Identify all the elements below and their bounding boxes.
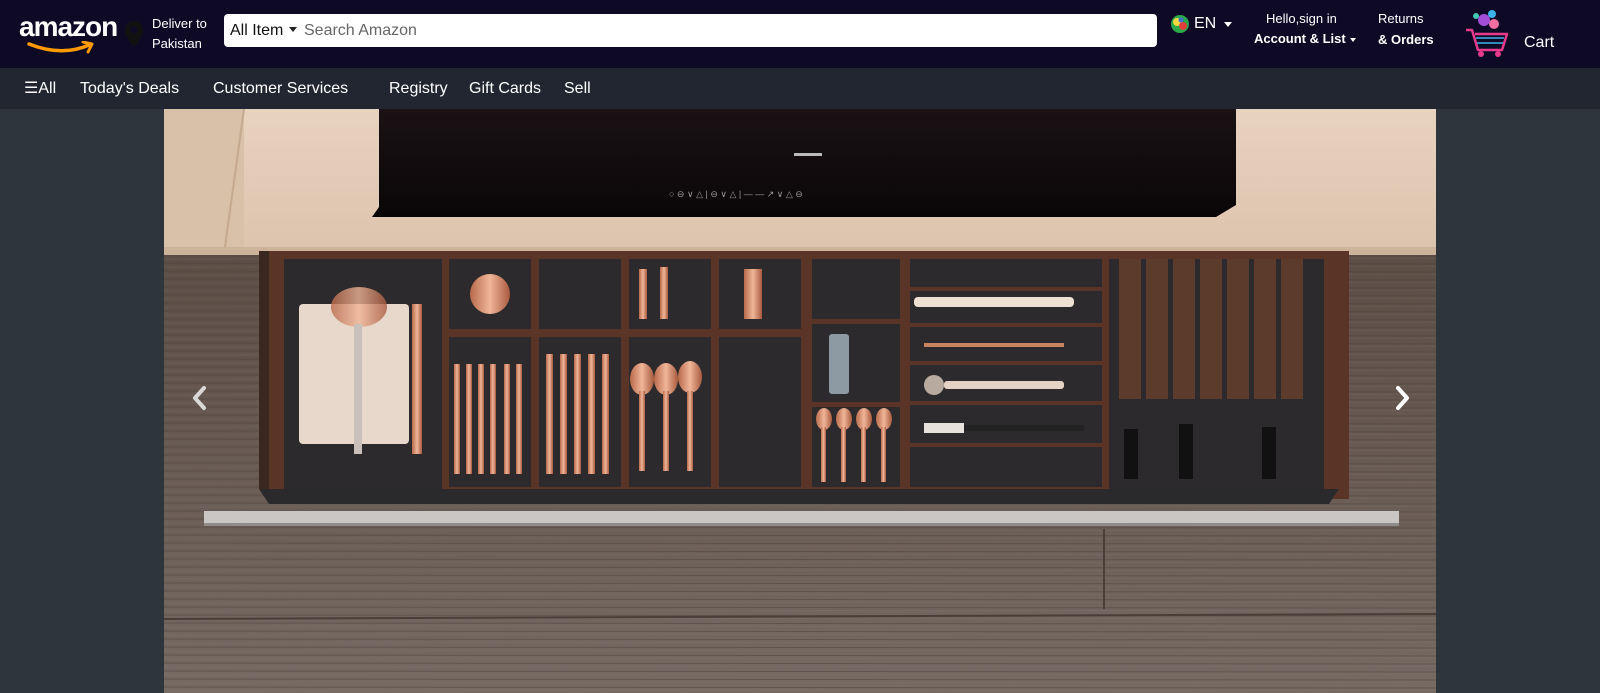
language-code: EN: [1194, 15, 1217, 33]
chevron-left-icon[interactable]: [188, 382, 212, 414]
nav-bar: ☰All Today's Deals Customer Services Reg…: [0, 68, 1600, 109]
chevron-down-icon: [1349, 37, 1356, 42]
amazon-logo[interactable]: amazon: [19, 11, 118, 56]
logo-smile-icon: [27, 41, 94, 54]
location-pin-icon: [125, 21, 143, 47]
account-menu[interactable]: Hello,sign in Account & List: [1254, 10, 1356, 50]
nav-gift-cards[interactable]: Gift Cards: [469, 68, 541, 109]
returns-label: Returns: [1378, 11, 1424, 26]
language-selector[interactable]: EN: [1170, 14, 1233, 38]
search-category-label: All Item: [230, 22, 284, 39]
chevron-right-icon[interactable]: [1390, 382, 1414, 414]
returns-orders[interactable]: Returns & Orders: [1378, 10, 1434, 52]
nav-all-menu[interactable]: ☰All: [24, 68, 56, 109]
cart-button[interactable]: Cart: [1464, 6, 1584, 62]
nav-sell[interactable]: Sell: [564, 68, 591, 109]
shopping-cart-icon: [1466, 10, 1509, 57]
search-category-select[interactable]: All Item: [230, 14, 298, 47]
nav-todays-deals[interactable]: Today's Deals: [80, 68, 179, 109]
chevron-down-icon: [1224, 21, 1233, 27]
deliver-country: Pakistan: [152, 36, 202, 51]
nav-customer-services[interactable]: Customer Services: [213, 68, 348, 109]
account-greeting: Hello,sign in: [1266, 11, 1337, 26]
logo-text: amazon: [19, 11, 118, 42]
top-header: amazon Deliver to Pakistan All Item EN H: [0, 0, 1600, 68]
nav-registry[interactable]: Registry: [389, 68, 448, 109]
svg-text:○ ⊖ ∨ △ | ⊖ ∨ △ | — — ↗: ○ ⊖ ∨ △ | ⊖ ∨ △ | — — ↗ ∨ △ ⊖: [669, 189, 803, 199]
hero-banner-image[interactable]: ○ ⊖ ∨ △ | ⊖ ∨ △ | — — ↗ ∨ △ ⊖: [164, 109, 1436, 693]
orders-label: & Orders: [1378, 32, 1434, 47]
chevron-down-icon: [289, 26, 298, 32]
hero-image: ○ ⊖ ∨ △ | ⊖ ∨ △ | — — ↗ ∨ △ ⊖: [164, 109, 1436, 693]
cart-label: Cart: [1524, 34, 1555, 51]
search-input[interactable]: [304, 14, 1144, 47]
flag-icon: [1171, 15, 1189, 33]
deliver-label: Deliver to: [152, 16, 207, 31]
search-bar: All Item: [224, 14, 1157, 47]
account-list-label: Account & List: [1254, 31, 1346, 46]
